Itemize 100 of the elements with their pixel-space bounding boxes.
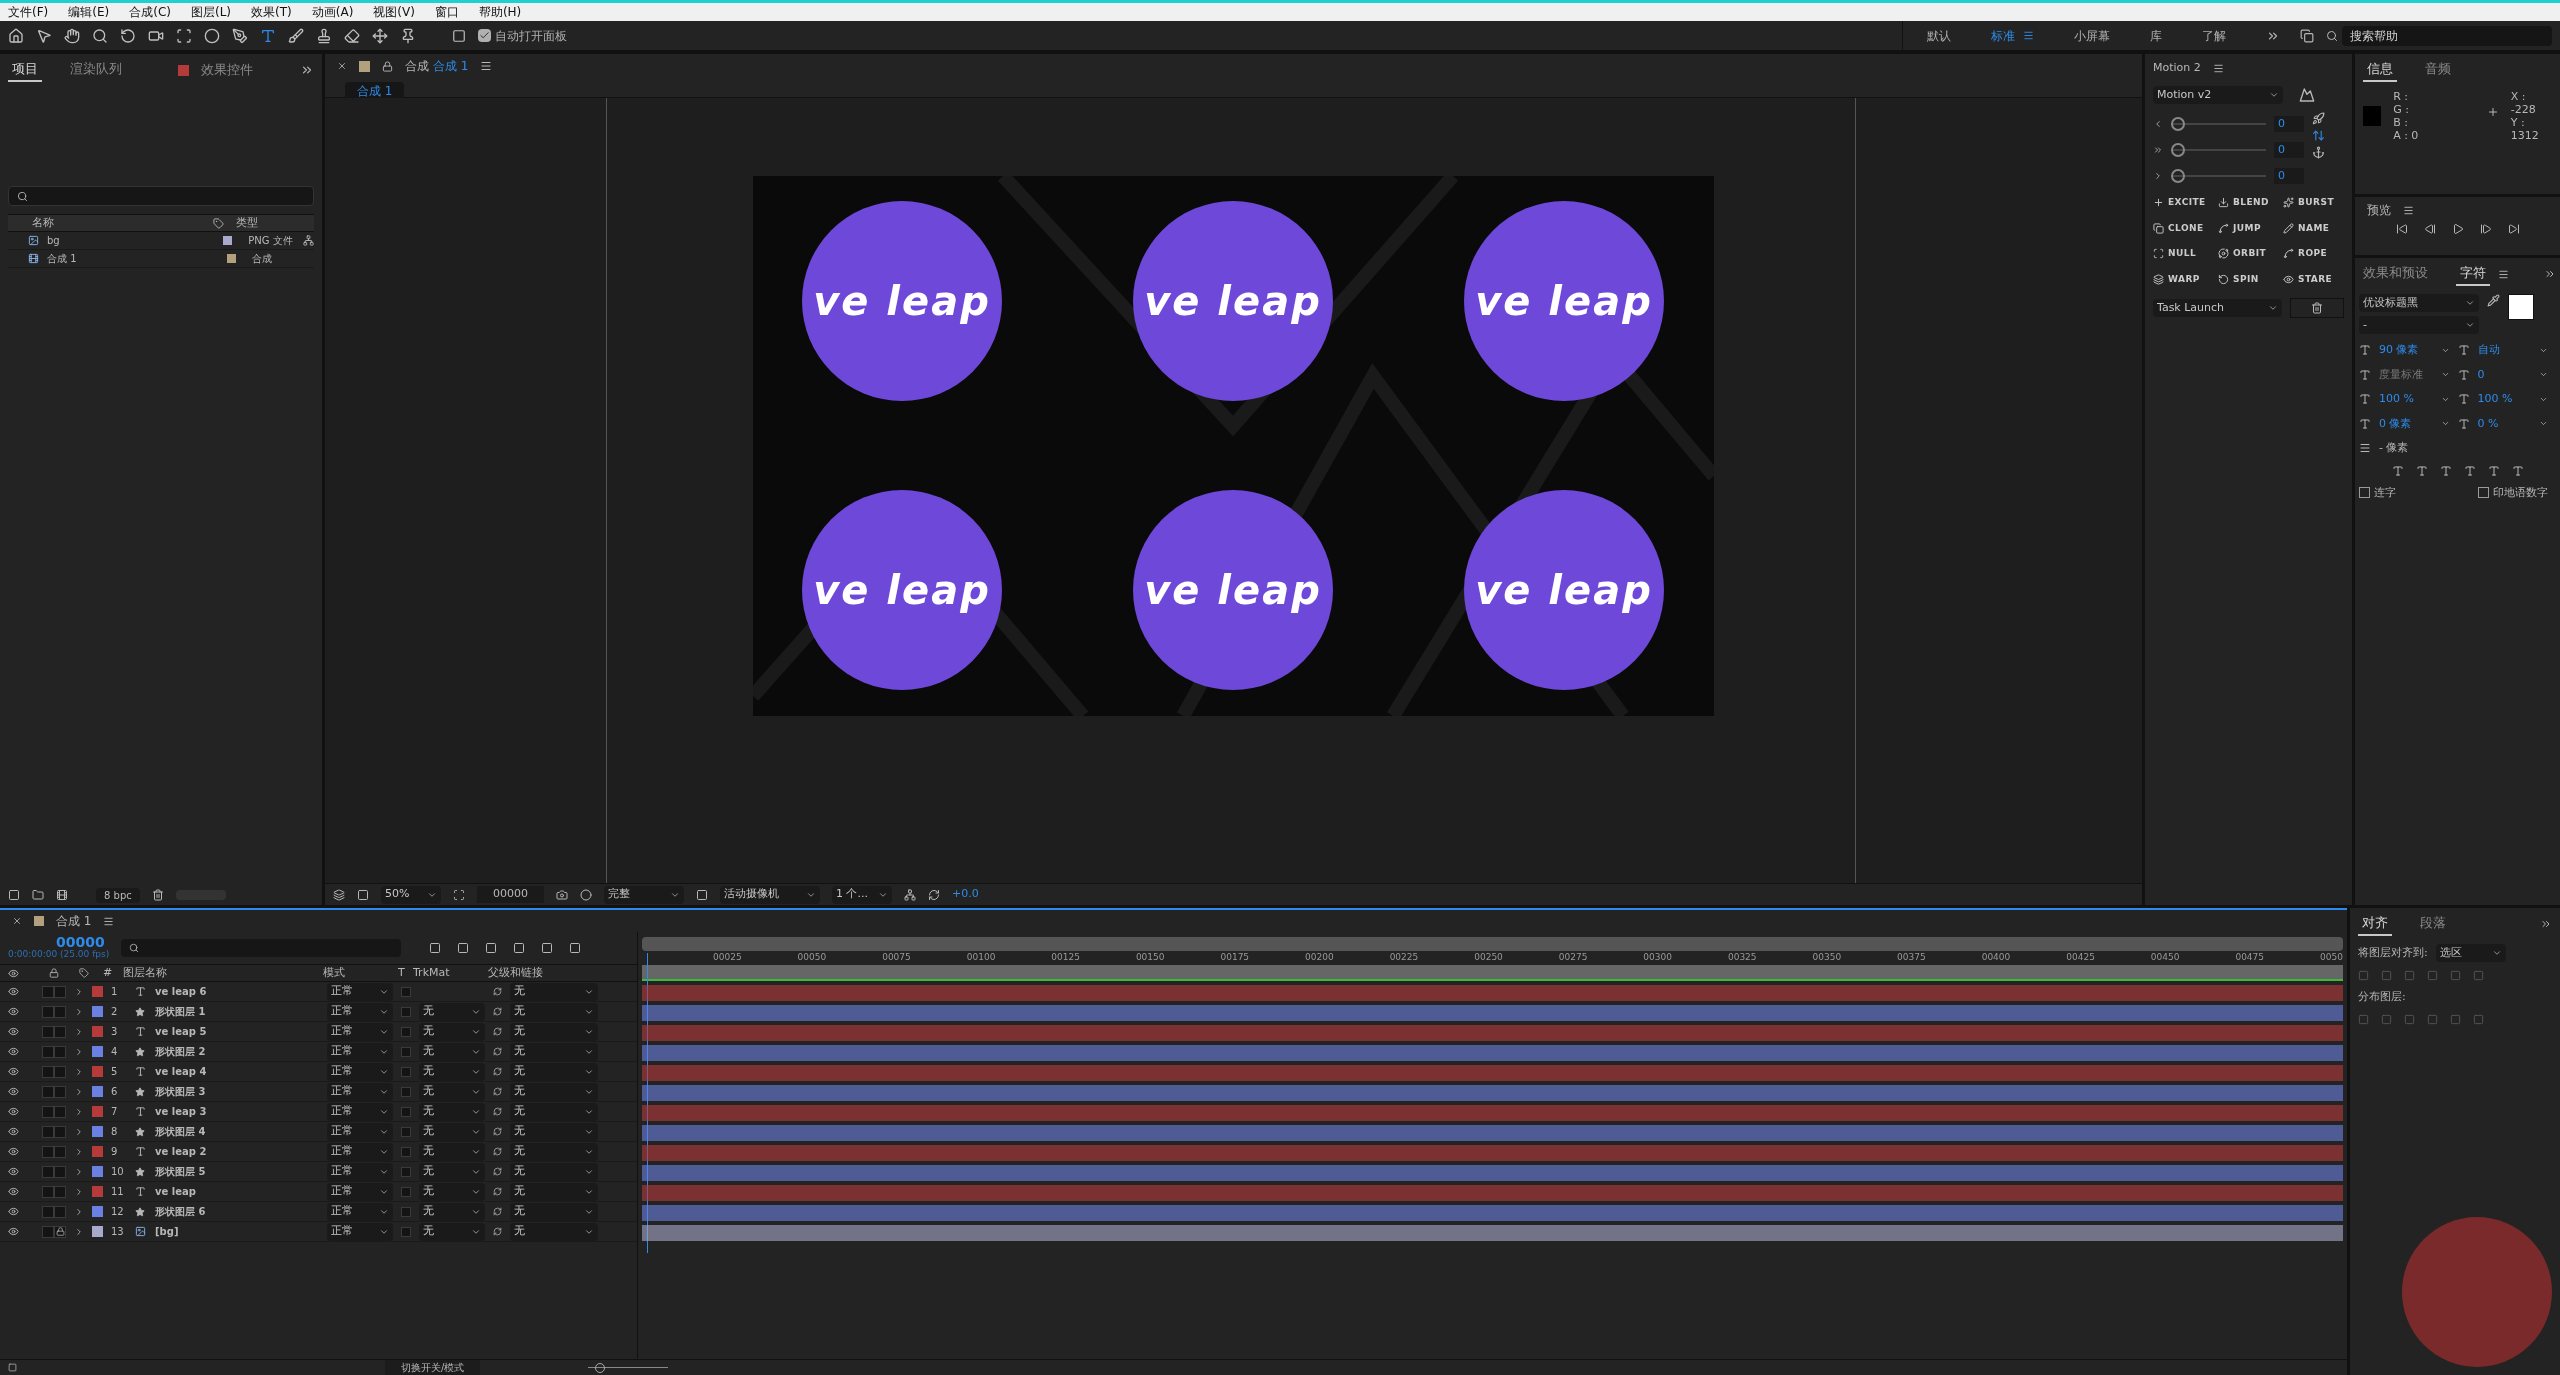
parent-dropdown[interactable]: 无 xyxy=(510,982,598,1001)
views-dropdown[interactable]: 1 个... xyxy=(832,885,892,904)
motion-button[interactable]: ROPE xyxy=(2283,247,2344,261)
parent-dropdown[interactable]: 无 xyxy=(510,1042,598,1061)
close-icon[interactable] xyxy=(12,916,22,926)
expand-icon[interactable] xyxy=(74,1146,84,1157)
expand-icon[interactable] xyxy=(74,1006,84,1017)
pickwhip-icon[interactable] xyxy=(493,1067,502,1076)
track-matte-toggle[interactable] xyxy=(401,1166,411,1177)
new-comp-icon[interactable] xyxy=(56,889,68,901)
trkmat-dropdown[interactable]: 无 xyxy=(419,1102,485,1121)
lock-toggle[interactable] xyxy=(54,1165,66,1178)
parent-dropdown[interactable]: 无 xyxy=(510,1082,598,1101)
pin-icon[interactable] xyxy=(400,27,416,44)
mode-dropdown[interactable]: 正常 xyxy=(327,1142,393,1161)
mode-dropdown[interactable]: 正常 xyxy=(327,1202,393,1221)
solo-toggle[interactable] xyxy=(42,1125,54,1138)
visibility-toggle[interactable] xyxy=(8,1226,22,1237)
motion-button[interactable]: BURST xyxy=(2283,196,2344,210)
track-matte-toggle[interactable] xyxy=(401,1006,411,1017)
mode-dropdown[interactable]: 正常 xyxy=(327,1122,393,1141)
trkmat-dropdown[interactable]: 无 xyxy=(419,1082,485,1101)
motion-button[interactable]: WARP xyxy=(2153,272,2214,286)
parent-dropdown[interactable]: 无 xyxy=(510,1102,598,1121)
snapshot-icon[interactable] xyxy=(556,888,568,901)
pickwhip-icon[interactable] xyxy=(493,1167,502,1176)
pickwhip-icon[interactable] xyxy=(493,1207,502,1216)
lock-toggle[interactable] xyxy=(54,1205,66,1218)
menu-item[interactable]: 编辑(E) xyxy=(64,3,114,21)
menu-icon[interactable] xyxy=(2403,204,2414,216)
track-matte-toggle[interactable] xyxy=(401,1086,411,1097)
trkmat-dropdown[interactable]: 无 xyxy=(419,1142,485,1161)
puppet-icon[interactable] xyxy=(372,27,388,44)
trkmat-dropdown[interactable]: 无 xyxy=(419,1222,485,1241)
visibility-toggle[interactable] xyxy=(8,1106,22,1117)
resolution-dropdown[interactable]: 完整 xyxy=(604,885,684,904)
layer-row[interactable]: 13 [bg] 正常 无 无 xyxy=(0,1222,637,1242)
flow-icon[interactable] xyxy=(904,888,916,901)
search-icon[interactable] xyxy=(92,27,108,44)
layer-row[interactable]: 9 ve leap 2 正常 无 无 xyxy=(0,1142,637,1162)
workspace-tab[interactable]: 标准 xyxy=(1991,26,2015,45)
menu-item[interactable]: 文件(F) xyxy=(4,3,53,21)
lock-toggle[interactable] xyxy=(54,1005,66,1018)
solo-toggle[interactable] xyxy=(42,1205,54,1218)
label-swatch[interactable] xyxy=(92,1106,103,1117)
expand-icon[interactable] xyxy=(74,1106,84,1117)
pickwhip-icon[interactable] xyxy=(493,1227,502,1236)
visibility-toggle[interactable] xyxy=(8,1146,22,1157)
timeline-tab[interactable]: 合成 1 xyxy=(56,912,92,930)
track-matte-toggle[interactable] xyxy=(401,1106,411,1117)
visibility-toggle[interactable] xyxy=(8,986,22,997)
pickwhip-icon[interactable] xyxy=(493,1007,502,1016)
work-area[interactable] xyxy=(642,965,2343,981)
lock-toggle[interactable] xyxy=(54,985,66,998)
track-matte-toggle[interactable] xyxy=(401,986,411,997)
eraser-icon[interactable] xyxy=(344,27,360,44)
lock-toggle[interactable] xyxy=(54,1125,66,1138)
motion-button[interactable]: BLEND xyxy=(2218,196,2279,210)
zoom-dropdown[interactable]: 50% xyxy=(381,885,441,904)
panel-tab[interactable]: 字符 xyxy=(2456,262,2490,286)
mode-dropdown[interactable]: 正常 xyxy=(327,1042,393,1061)
column-label[interactable]: 名称 xyxy=(8,214,213,232)
sync-icon[interactable] xyxy=(2300,28,2314,43)
menu-icon[interactable] xyxy=(103,915,115,927)
rotate-icon[interactable] xyxy=(120,27,136,44)
trkmat-dropdown[interactable]: 无 xyxy=(419,1002,485,1021)
exposure-icon[interactable] xyxy=(928,888,940,901)
track-matte-toggle[interactable] xyxy=(401,1066,411,1077)
mode-dropdown[interactable]: 正常 xyxy=(327,1162,393,1181)
mode-dropdown[interactable]: 正常 xyxy=(327,1222,393,1241)
workspace-tab[interactable]: 库 xyxy=(2150,26,2162,45)
expand-icon[interactable] xyxy=(74,1206,84,1217)
label-swatch[interactable] xyxy=(92,1086,103,1097)
motion-button[interactable]: JUMP xyxy=(2218,221,2279,235)
parent-dropdown[interactable]: 无 xyxy=(510,1002,598,1021)
visibility-toggle[interactable] xyxy=(8,1206,22,1217)
pan-icon[interactable] xyxy=(176,27,192,44)
solo-toggle[interactable] xyxy=(42,1025,54,1038)
step-back-icon[interactable] xyxy=(2423,223,2436,235)
panel-tab[interactable]: 效果控件 xyxy=(201,60,253,80)
character-value[interactable]: 90 像素 xyxy=(2379,342,2419,359)
lock-toggle[interactable] xyxy=(54,1025,66,1038)
panel-tab[interactable]: 段落 xyxy=(2416,912,2450,936)
label-swatch[interactable] xyxy=(92,1186,103,1197)
chevrons-icon[interactable] xyxy=(2544,268,2556,280)
mode-dropdown[interactable]: 正常 xyxy=(327,1002,393,1021)
menu-item[interactable]: 视图(V) xyxy=(369,3,419,21)
number-field[interactable]: 0 xyxy=(2274,116,2304,132)
fill-swatch[interactable] xyxy=(2508,294,2534,320)
slider-thumb[interactable] xyxy=(2171,169,2185,183)
pickwhip-icon[interactable] xyxy=(493,1187,502,1196)
visibility-toggle[interactable] xyxy=(8,1066,22,1077)
label-swatch[interactable] xyxy=(92,1066,103,1077)
slider-track[interactable] xyxy=(2171,143,2266,157)
camera-dropdown[interactable]: 活动摄像机 xyxy=(720,885,820,904)
label-swatch[interactable] xyxy=(92,1206,103,1217)
skip-forward-icon[interactable] xyxy=(2507,223,2520,235)
font-dropdown[interactable]: 优设标题黑 xyxy=(2359,294,2479,312)
solo-toggle[interactable] xyxy=(42,1105,54,1118)
visibility-toggle[interactable] xyxy=(8,1166,22,1177)
